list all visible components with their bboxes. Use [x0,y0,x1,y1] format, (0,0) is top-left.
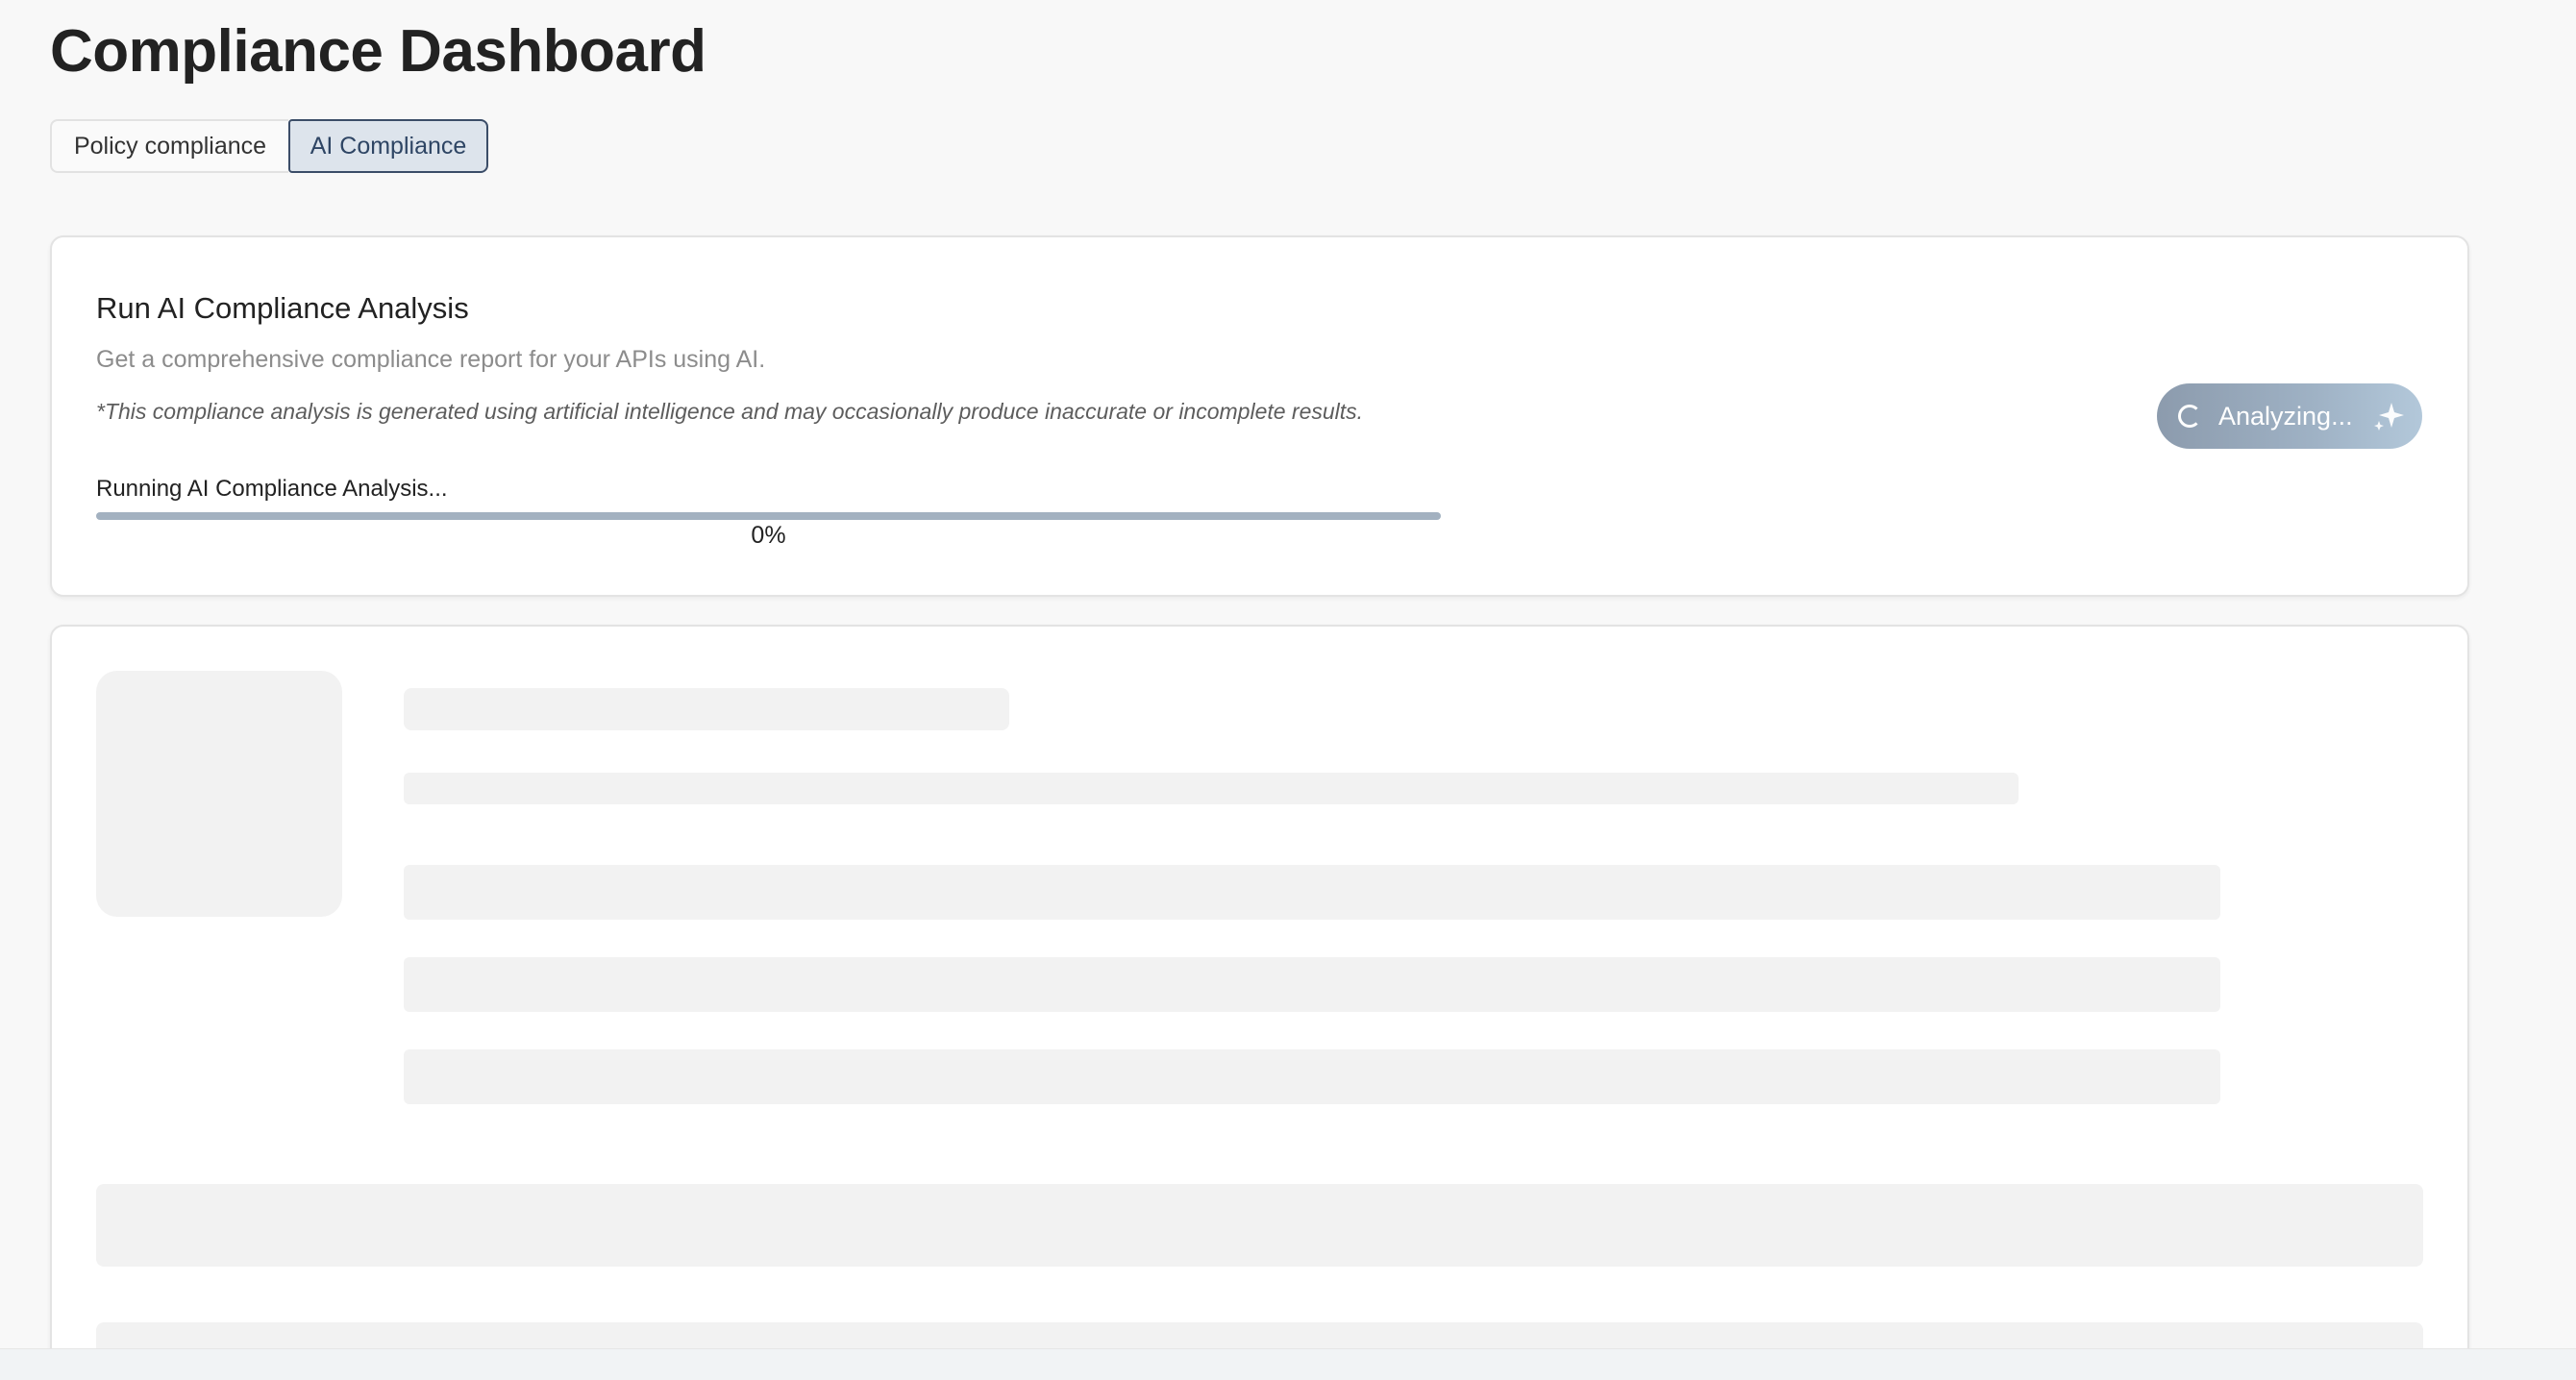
analyzing-button[interactable]: Analyzing... [2157,383,2422,449]
tab-policy-compliance[interactable]: Policy compliance [50,119,288,173]
run-analysis-subtitle: Get a comprehensive compliance report fo… [96,346,766,373]
progress-percent: 0% [751,522,786,549]
page-title: Compliance Dashboard [50,18,706,85]
run-analysis-card: Run AI Compliance Analysis Get a compreh… [50,235,2469,597]
results-skeleton-card [50,625,2469,1380]
progress-label: Running AI Compliance Analysis... [96,476,448,502]
skeleton-avatar [96,671,342,917]
skeleton-block [96,1184,2423,1267]
analyzing-button-label: Analyzing... [2218,401,2353,431]
progress-bar [96,512,1441,520]
skeleton-line [404,1049,2220,1104]
skeleton-line [404,865,2220,920]
spinner-icon [2178,405,2201,428]
bottom-scrollbar-area [0,1348,2576,1380]
sparkle-icon [2374,403,2404,431]
skeleton-subtitle [404,773,2019,804]
ai-disclaimer: *This compliance analysis is generated u… [96,399,1364,424]
run-analysis-title: Run AI Compliance Analysis [96,291,469,325]
skeleton-line [404,957,2220,1012]
skeleton-title [404,688,1009,730]
tab-ai-compliance[interactable]: AI Compliance [288,119,488,173]
tab-bar: Policy compliance AI Compliance [50,119,488,173]
compliance-dashboard-page: Compliance Dashboard Policy compliance A… [0,0,2576,1380]
